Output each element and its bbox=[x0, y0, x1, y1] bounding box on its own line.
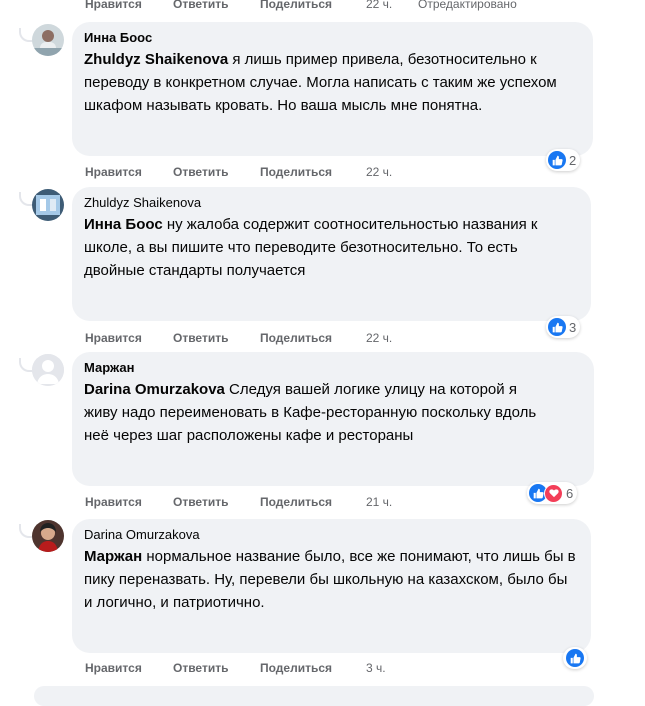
avatar[interactable] bbox=[32, 24, 64, 56]
thread-connector bbox=[19, 28, 33, 42]
avatar[interactable] bbox=[32, 354, 64, 386]
thread-connector bbox=[19, 524, 33, 538]
share-button[interactable]: Поделиться bbox=[260, 330, 332, 346]
comment-text: Darina Omurzakova Следуя вашей логике ул… bbox=[84, 381, 537, 444]
reaction-count: 2 bbox=[569, 152, 577, 168]
mention-link[interactable]: Инна Боос bbox=[84, 216, 163, 233]
comment-text: Zhuldyz Shaikenova я лишь пример привела… bbox=[84, 51, 557, 114]
share-button[interactable]: Поделиться bbox=[260, 660, 332, 676]
reply-button[interactable]: Ответить bbox=[173, 494, 228, 510]
avatar[interactable] bbox=[32, 189, 64, 221]
reply-button[interactable]: Ответить bbox=[173, 660, 228, 676]
comment-bubble: Darina Omurzakova Маржан нормальное назв… bbox=[72, 519, 591, 653]
comment-bubble: Маржан Darina Omurzakova Следуя вашей ло… bbox=[72, 352, 594, 486]
mention-link[interactable]: Zhuldyz Shaikenova bbox=[84, 51, 228, 68]
share-button[interactable]: Поделиться bbox=[260, 164, 332, 180]
comment-time[interactable]: 22 ч. bbox=[366, 0, 392, 12]
reply-button[interactable]: Ответить bbox=[173, 164, 228, 180]
thread-connector bbox=[19, 358, 33, 372]
like-reaction-icon bbox=[566, 649, 584, 667]
like-button[interactable]: Нравится bbox=[85, 0, 142, 12]
comment-author[interactable]: Инна Боос bbox=[84, 30, 581, 46]
thread-connector bbox=[19, 192, 33, 206]
comment-author[interactable]: Darina Omurzakova bbox=[84, 527, 579, 543]
avatar[interactable] bbox=[32, 520, 64, 552]
like-button[interactable]: Нравится bbox=[85, 164, 142, 180]
comment-time[interactable]: 22 ч. bbox=[366, 164, 392, 180]
comment-author[interactable]: Маржан bbox=[84, 360, 582, 376]
comment-bubble: Zhuldyz Shaikenova Инна Боос ну жалоба с… bbox=[72, 187, 591, 321]
mention-link[interactable]: Маржан bbox=[84, 548, 142, 565]
comment-bubble: Инна Боос Zhuldyz Shaikenova я лишь прим… bbox=[72, 22, 593, 156]
reaction-summary[interactable]: 2 bbox=[546, 149, 581, 171]
reaction-count: 3 bbox=[569, 319, 577, 335]
like-reaction-icon bbox=[548, 318, 566, 336]
comment-text: Инна Боос ну жалоба содержит соотносител… bbox=[84, 216, 538, 279]
like-button[interactable]: Нравится bbox=[85, 494, 142, 510]
reaction-summary[interactable] bbox=[563, 647, 587, 669]
reaction-summary[interactable]: 3 bbox=[546, 316, 581, 338]
mention-link[interactable]: Darina Omurzakova bbox=[84, 381, 225, 398]
comment-author[interactable]: Zhuldyz Shaikenova bbox=[84, 195, 579, 211]
reaction-count: 6 bbox=[566, 485, 574, 501]
comment-time[interactable]: 21 ч. bbox=[366, 494, 392, 510]
comment-time[interactable]: 3 ч. bbox=[366, 660, 386, 676]
reply-button[interactable]: Ответить bbox=[173, 330, 228, 346]
comment-text: Маржан нормальное название было, все же … bbox=[84, 548, 576, 611]
like-reaction-icon bbox=[548, 151, 566, 169]
share-button[interactable]: Поделиться bbox=[260, 0, 332, 12]
like-button[interactable]: Нравится bbox=[85, 660, 142, 676]
like-button[interactable]: Нравится bbox=[85, 330, 142, 346]
love-reaction-icon bbox=[544, 483, 563, 503]
edited-label: Отредактировано bbox=[418, 0, 517, 11]
next-comment-bubble bbox=[34, 686, 594, 706]
comment-time[interactable]: 22 ч. bbox=[366, 330, 392, 346]
reply-button[interactable]: Ответить bbox=[173, 0, 228, 12]
share-button[interactable]: Поделиться bbox=[260, 494, 332, 510]
reaction-summary[interactable]: 6 bbox=[527, 482, 578, 504]
